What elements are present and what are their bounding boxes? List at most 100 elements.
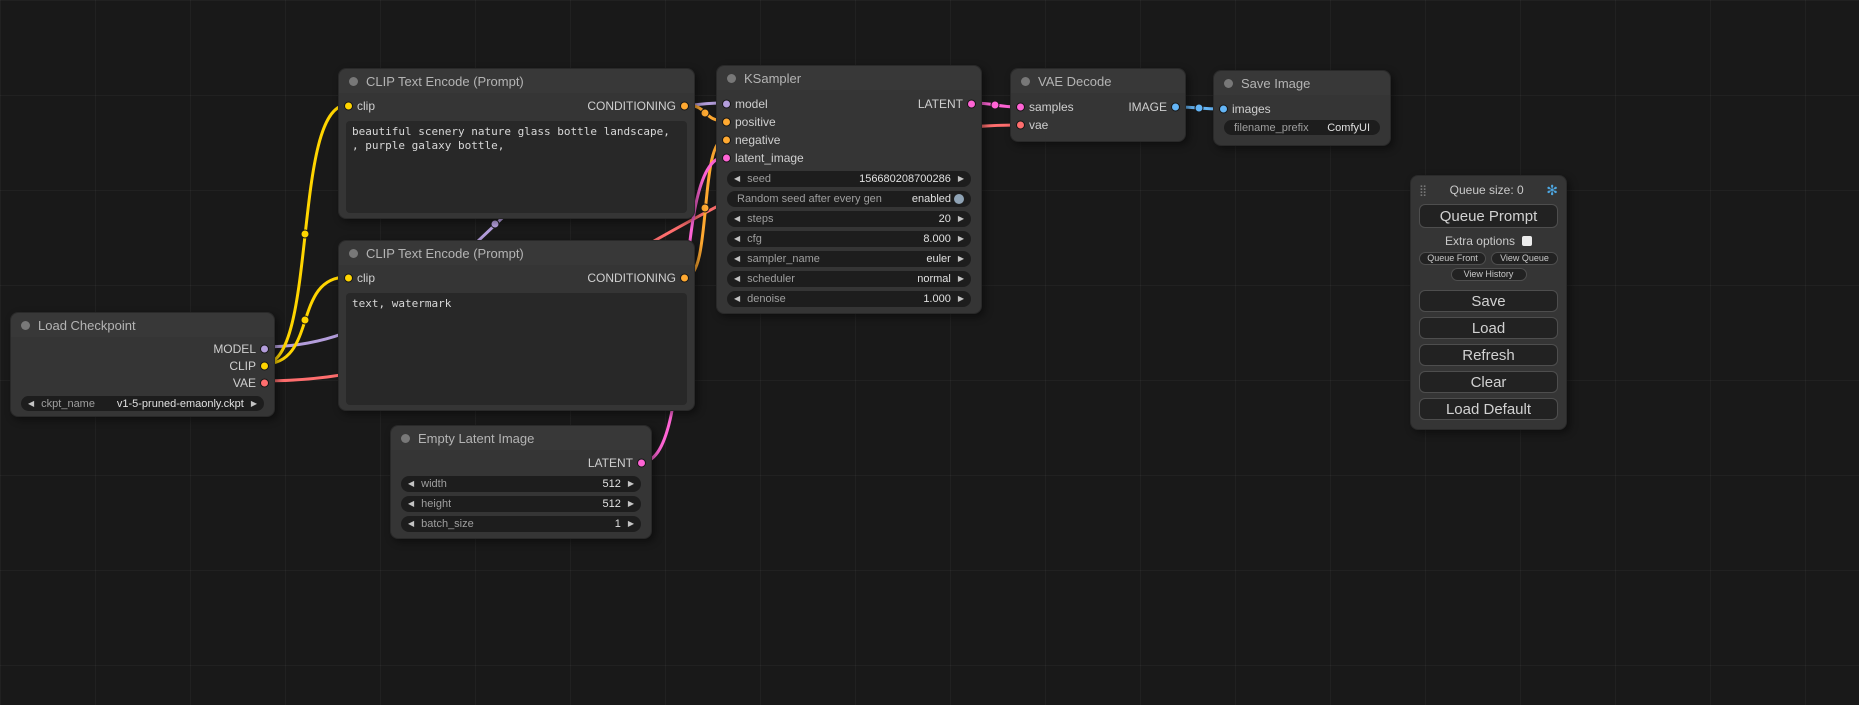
arrow-left-icon[interactable]: ◀ — [734, 175, 740, 183]
widget-name: ckpt_name — [41, 398, 95, 410]
queue-prompt-button[interactable]: Queue Prompt — [1419, 204, 1558, 228]
arrow-left-icon[interactable]: ◀ — [408, 480, 414, 488]
widget-name: scheduler — [747, 273, 795, 285]
arrow-right-icon[interactable]: ▶ — [958, 175, 964, 183]
input-port-negative[interactable] — [722, 136, 731, 145]
link-midpoint-dot — [301, 316, 309, 324]
output-port-latent[interactable] — [967, 100, 976, 109]
widget-value: 8.000 — [762, 233, 951, 245]
widget-seed[interactable]: ◀ seed 156680208700286 ▶ — [727, 171, 971, 187]
input-port-clip[interactable] — [344, 102, 353, 111]
node-title-bar[interactable]: Save Image — [1214, 71, 1390, 95]
widget-batch-size[interactable]: ◀ batch_size 1 ▶ — [401, 516, 641, 532]
prompt-textarea[interactable]: text, watermark — [346, 293, 687, 405]
widget-value: 512 — [451, 498, 621, 510]
arrow-left-icon[interactable]: ◀ — [734, 215, 740, 223]
node-title-bar[interactable]: VAE Decode — [1011, 69, 1185, 93]
arrow-right-icon[interactable]: ▶ — [251, 400, 257, 408]
arrow-left-icon[interactable]: ◀ — [734, 295, 740, 303]
arrow-left-icon[interactable]: ◀ — [28, 400, 34, 408]
arrow-right-icon[interactable]: ▶ — [958, 275, 964, 283]
widget-denoise[interactable]: ◀ denoise 1.000 ▶ — [727, 291, 971, 307]
widget-name: steps — [747, 213, 773, 225]
output-port-conditioning[interactable] — [680, 102, 689, 111]
node-title-bar[interactable]: KSampler — [717, 66, 981, 90]
collapse-dot-icon[interactable] — [349, 77, 358, 86]
output-port-clip[interactable] — [260, 361, 269, 370]
link-midpoint-dot — [701, 109, 709, 117]
view-history-button[interactable]: View History — [1451, 268, 1527, 281]
widget-width[interactable]: ◀ width 512 ▶ — [401, 476, 641, 492]
node-empty-latent-image[interactable]: Empty Latent Image LATENT ◀ width 512 ▶ … — [390, 425, 652, 539]
toggle-knob-icon[interactable] — [954, 194, 964, 204]
input-port-images[interactable] — [1219, 105, 1228, 114]
arrow-left-icon[interactable]: ◀ — [408, 500, 414, 508]
node-save-image[interactable]: Save Image images filename_prefix ComfyU… — [1213, 70, 1391, 146]
arrow-right-icon[interactable]: ▶ — [628, 500, 634, 508]
widget-sampler-name[interactable]: ◀ sampler_name euler ▶ — [727, 251, 971, 267]
settings-gear-icon[interactable]: ✻ — [1546, 182, 1558, 199]
widget-value: ComfyUI — [1309, 122, 1370, 134]
arrow-right-icon[interactable]: ▶ — [958, 255, 964, 263]
node-title-bar[interactable]: Empty Latent Image — [391, 426, 651, 450]
queue-menu-panel: ⣿ Queue size: 0 ✻ Queue Prompt Extra opt… — [1410, 175, 1567, 430]
node-graph-canvas[interactable]: Load Checkpoint MODEL CLIP VAE ◀ ckpt_na… — [0, 0, 1859, 705]
extra-options-checkbox[interactable] — [1522, 236, 1532, 246]
node-title-bar[interactable]: CLIP Text Encode (Prompt) — [339, 69, 694, 93]
collapse-dot-icon[interactable] — [727, 74, 736, 83]
arrow-left-icon[interactable]: ◀ — [408, 520, 414, 528]
input-port-model[interactable] — [722, 100, 731, 109]
input-port-vae[interactable] — [1016, 121, 1025, 130]
arrow-right-icon[interactable]: ▶ — [958, 215, 964, 223]
collapse-dot-icon[interactable] — [21, 321, 30, 330]
node-clip-text-encode-negative[interactable]: CLIP Text Encode (Prompt) clip CONDITION… — [338, 240, 695, 411]
node-vae-decode[interactable]: VAE Decode samples IMAGE vae — [1010, 68, 1186, 142]
view-queue-button[interactable]: View Queue — [1491, 252, 1558, 265]
load-default-button[interactable]: Load Default — [1419, 398, 1558, 420]
arrow-right-icon[interactable]: ▶ — [628, 480, 634, 488]
node-ksampler[interactable]: KSampler model LATENT positive negative … — [716, 65, 982, 314]
output-port-conditioning[interactable] — [680, 274, 689, 283]
arrow-right-icon[interactable]: ▶ — [958, 295, 964, 303]
node-title-bar[interactable]: Load Checkpoint — [11, 313, 274, 337]
widget-random-seed-toggle[interactable]: Random seed after every gen enabled — [727, 191, 971, 207]
input-port-positive[interactable] — [722, 118, 731, 127]
input-port-latent-image[interactable] — [722, 154, 731, 163]
prompt-textarea[interactable]: beautiful scenery nature glass bottle la… — [346, 121, 687, 213]
widget-steps[interactable]: ◀ steps 20 ▶ — [727, 211, 971, 227]
output-port-vae[interactable] — [260, 378, 269, 387]
refresh-button[interactable]: Refresh — [1419, 344, 1558, 366]
clear-button[interactable]: Clear — [1419, 371, 1558, 393]
output-port-model[interactable] — [260, 344, 269, 353]
save-button[interactable]: Save — [1419, 290, 1558, 312]
queue-front-button[interactable]: Queue Front — [1419, 252, 1486, 265]
arrow-left-icon[interactable]: ◀ — [734, 255, 740, 263]
arrow-right-icon[interactable]: ▶ — [958, 235, 964, 243]
node-load-checkpoint[interactable]: Load Checkpoint MODEL CLIP VAE ◀ ckpt_na… — [10, 312, 275, 417]
collapse-dot-icon[interactable] — [1224, 79, 1233, 88]
arrow-left-icon[interactable]: ◀ — [734, 275, 740, 283]
input-port-samples[interactable] — [1016, 103, 1025, 112]
input-port-clip[interactable] — [344, 274, 353, 283]
input-label-vae: vae — [1029, 118, 1048, 132]
collapse-dot-icon[interactable] — [1021, 77, 1030, 86]
output-port-latent[interactable] — [637, 459, 646, 468]
arrow-right-icon[interactable]: ▶ — [628, 520, 634, 528]
node-clip-text-encode-positive[interactable]: CLIP Text Encode (Prompt) clip CONDITION… — [338, 68, 695, 219]
widget-name: Random seed after every gen — [737, 193, 882, 205]
widget-scheduler[interactable]: ◀ scheduler normal ▶ — [727, 271, 971, 287]
drag-handle-icon[interactable]: ⣿ — [1419, 184, 1427, 197]
collapse-dot-icon[interactable] — [401, 434, 410, 443]
arrow-left-icon[interactable]: ◀ — [734, 235, 740, 243]
load-button[interactable]: Load — [1419, 317, 1558, 339]
widget-ckpt-name[interactable]: ◀ ckpt_name v1-5-pruned-emaonly.ckpt ▶ — [21, 396, 264, 411]
output-label-image: IMAGE — [1128, 100, 1167, 114]
output-port-image[interactable] — [1171, 103, 1180, 112]
collapse-dot-icon[interactable] — [349, 249, 358, 258]
widget-cfg[interactable]: ◀ cfg 8.000 ▶ — [727, 231, 971, 247]
widget-height[interactable]: ◀ height 512 ▶ — [401, 496, 641, 512]
node-title-bar[interactable]: CLIP Text Encode (Prompt) — [339, 241, 694, 265]
input-label-model: model — [735, 97, 768, 111]
widget-filename-prefix[interactable]: filename_prefix ComfyUI — [1224, 120, 1380, 135]
output-label-conditioning: CONDITIONING — [587, 271, 676, 285]
